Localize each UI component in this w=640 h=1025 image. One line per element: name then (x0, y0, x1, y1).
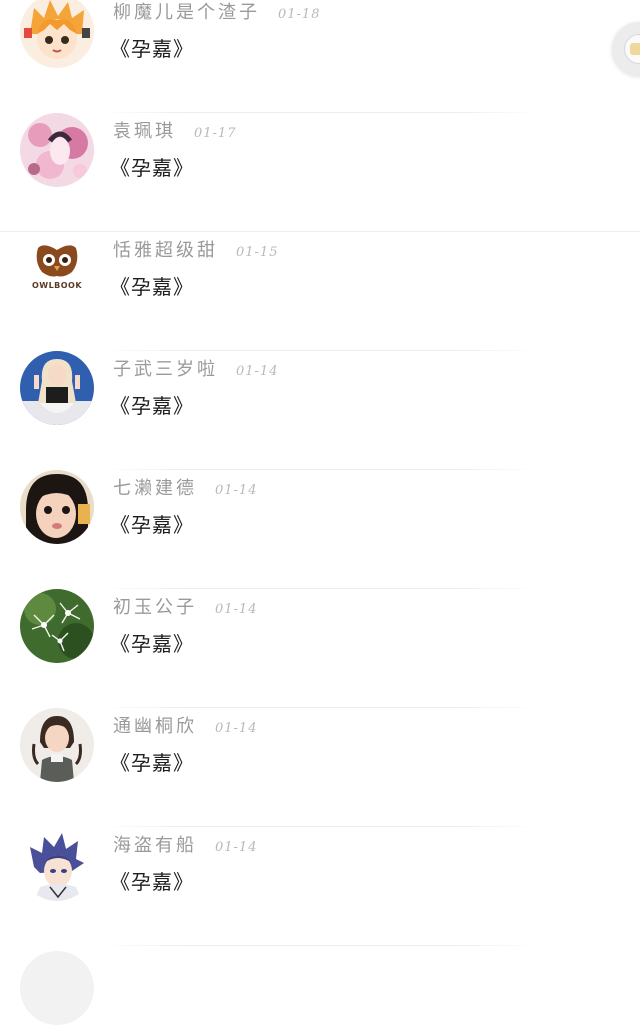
comment-date: 01-17 (194, 126, 237, 141)
owlbook-logo-text: OWLBOOK (31, 281, 83, 290)
list-item[interactable]: 袁珮琪 01-17 《孕嘉》 (0, 113, 640, 232)
comment-date: 01-14 (215, 840, 258, 855)
comment-text: 《孕嘉》 (110, 156, 194, 180)
avatar[interactable] (20, 827, 94, 901)
divider (100, 945, 540, 946)
avatar[interactable] (20, 351, 94, 425)
comment-text: 《孕嘉》 (110, 513, 194, 537)
username[interactable]: 通幽桐欣 (113, 712, 197, 738)
widget-dot-icon (630, 43, 640, 55)
comment-date: 01-18 (278, 7, 321, 22)
avatar[interactable] (20, 951, 94, 1025)
owl-logo-icon (20, 232, 94, 306)
comment-date: 01-14 (215, 483, 258, 498)
comment-date: 01-14 (236, 364, 279, 379)
comment-date: 01-15 (236, 245, 279, 260)
list-item[interactable]: 通幽桐欣 01-14 《孕嘉》 (0, 708, 640, 827)
username[interactable]: 子武三岁啦 (113, 355, 218, 381)
username[interactable]: 柳魔儿是个渣子 (113, 0, 260, 24)
avatar[interactable] (20, 0, 94, 68)
comment-text: 《孕嘉》 (110, 870, 194, 894)
child-face-avatar-icon (20, 470, 94, 544)
username[interactable]: 七濑建德 (113, 474, 197, 500)
avatar[interactable] (20, 470, 94, 544)
username[interactable]: 初玉公子 (113, 593, 197, 619)
comment-text: 《孕嘉》 (110, 751, 194, 775)
girl-photo-avatar-icon (20, 351, 94, 425)
comment-list: 柳魔儿是个渣子 01-18 《孕嘉》 袁珮琪 01-17 《孕嘉》 OWLBOO… (0, 0, 640, 946)
anime-girl-avatar-icon (20, 0, 94, 68)
avatar[interactable] (20, 708, 94, 782)
avatar[interactable]: OWLBOOK (20, 232, 94, 306)
username[interactable]: 袁珮琪 (113, 117, 176, 143)
list-item[interactable]: 柳魔儿是个渣子 01-18 《孕嘉》 (0, 0, 640, 113)
comment-text: 《孕嘉》 (110, 275, 194, 299)
list-item[interactable]: 海盗有船 01-14 《孕嘉》 (0, 827, 640, 946)
comment-date: 01-14 (215, 721, 258, 736)
avatar[interactable] (20, 589, 94, 663)
little-girl-avatar-icon (20, 708, 94, 782)
dandelion-avatar-icon (20, 589, 94, 663)
pink-collage-avatar-icon (20, 113, 94, 187)
list-item[interactable]: 七濑建德 01-14 《孕嘉》 (0, 470, 640, 589)
list-item[interactable]: OWLBOOK 恬雅超级甜 01-15 《孕嘉》 (0, 232, 640, 351)
comment-text: 《孕嘉》 (110, 632, 194, 656)
comment-text: 《孕嘉》 (110, 394, 194, 418)
anime-boy-avatar-icon (20, 827, 94, 901)
list-item[interactable]: 初玉公子 01-14 《孕嘉》 (0, 589, 640, 708)
username[interactable]: 海盗有船 (113, 831, 197, 857)
list-item[interactable]: 子武三岁啦 01-14 《孕嘉》 (0, 351, 640, 470)
widget-icon (624, 34, 640, 64)
comment-text: 《孕嘉》 (110, 37, 194, 61)
comment-date: 01-14 (215, 602, 258, 617)
username[interactable]: 恬雅超级甜 (113, 236, 218, 262)
avatar[interactable] (20, 113, 94, 187)
